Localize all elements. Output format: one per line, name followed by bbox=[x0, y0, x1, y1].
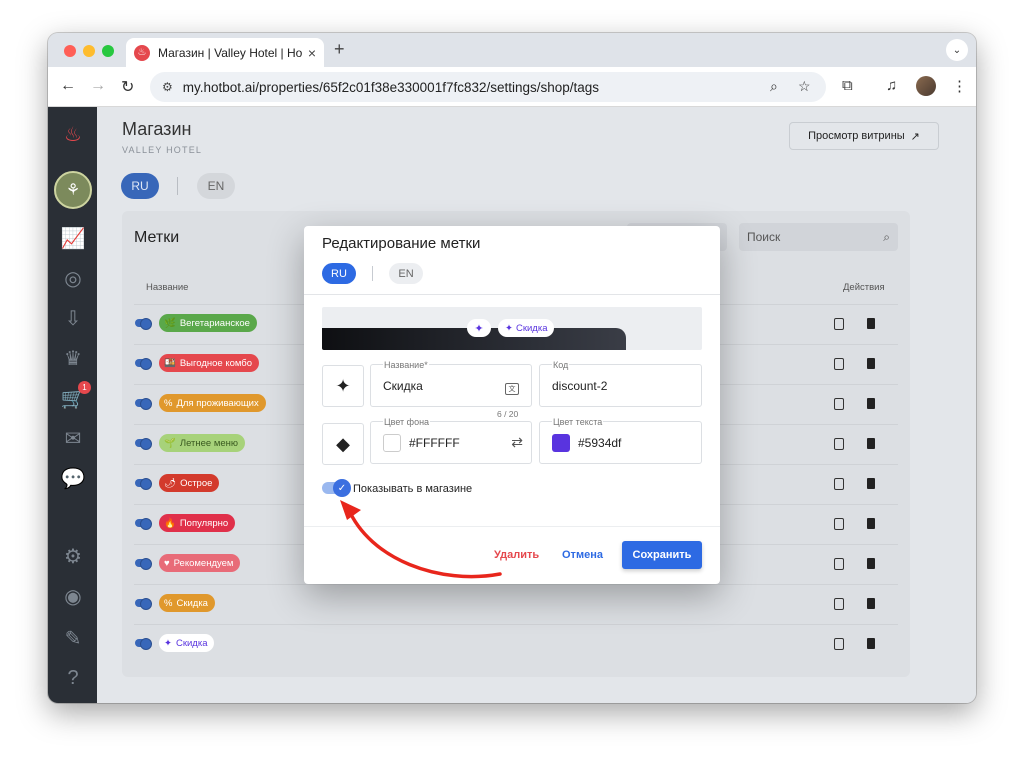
star-icon[interactable]: ☆ bbox=[798, 78, 811, 95]
tag-name-label: Название* bbox=[383, 360, 429, 370]
tag-image-icon: ◆ bbox=[336, 433, 350, 454]
dialog-divider bbox=[304, 294, 720, 295]
forward-arrow-icon[interactable]: → bbox=[90, 77, 106, 95]
dialog-lang-divider bbox=[372, 266, 373, 281]
text-color-label: Цвет текста bbox=[552, 417, 604, 427]
minimize-window-button[interactable] bbox=[83, 45, 95, 57]
swap-colors-icon[interactable]: ⇄ bbox=[511, 434, 523, 451]
reload-icon[interactable]: ↻ bbox=[121, 77, 134, 97]
more-menu-icon[interactable]: ⋮ bbox=[952, 77, 967, 95]
browser-tab-bar: ♨ Магазин | Valley Hotel | Hotbot × + ⌄ bbox=[48, 33, 976, 67]
profile-avatar[interactable] bbox=[916, 76, 936, 96]
image-picker-button[interactable]: ◆ bbox=[322, 423, 364, 465]
back-arrow-icon[interactable]: ← bbox=[60, 77, 76, 95]
bg-color-swatch[interactable] bbox=[383, 434, 401, 452]
tag-name-value: Скидка bbox=[383, 379, 423, 393]
zoom-icon[interactable]: ⌕ bbox=[770, 78, 778, 95]
browser-tab[interactable]: ♨ Магазин | Valley Hotel | Hotbot × bbox=[126, 38, 324, 67]
preview-tag-chip: ✦ Скидка bbox=[498, 319, 555, 337]
tag-code-value: discount-2 bbox=[552, 379, 608, 393]
dialog-lang-en-button[interactable]: EN bbox=[389, 263, 423, 284]
tag-code-label: Код bbox=[552, 360, 570, 370]
delete-button[interactable]: Удалить bbox=[494, 541, 539, 569]
sparkles-icon: ✦ bbox=[505, 322, 513, 334]
dialog-title: Редактирование метки bbox=[322, 235, 481, 252]
translate-icon[interactable]: 文 bbox=[505, 383, 519, 395]
tag-code-field[interactable]: Код discount-2 bbox=[539, 360, 702, 407]
cancel-button[interactable]: Отмена bbox=[562, 541, 603, 569]
bg-color-label: Цвет фона bbox=[383, 417, 431, 427]
edit-tag-dialog: Редактирование метки RU EN ✦ ✦ Скидка ✦ … bbox=[304, 226, 720, 584]
bg-color-value: #FFFFFF bbox=[409, 436, 460, 450]
save-button[interactable]: Сохранить bbox=[622, 541, 702, 569]
dialog-lang-ru-button[interactable]: RU bbox=[322, 263, 356, 284]
close-window-button[interactable] bbox=[64, 45, 76, 57]
text-color-field[interactable]: Цвет текста #5934df bbox=[539, 417, 702, 464]
browser-toolbar: ← → ↻ ⚙ my.hotbot.ai/properties/65f2c01f… bbox=[48, 67, 976, 107]
dialog-footer-divider bbox=[304, 526, 720, 527]
icon-picker-button[interactable]: ✦ bbox=[322, 365, 364, 407]
show-in-shop-toggle[interactable] bbox=[322, 479, 351, 497]
sparkles-icon: ✦ bbox=[467, 319, 491, 337]
url-text: my.hotbot.ai/properties/65f2c01f38e33000… bbox=[182, 79, 600, 95]
tag-preview: ✦ ✦ Скидка bbox=[322, 307, 702, 350]
tab-title: Магазин | Valley Hotel | Hotbot bbox=[158, 45, 302, 60]
name-char-counter: 6 / 20 bbox=[497, 409, 519, 419]
tag-name-field[interactable]: Название* Скидка 文 bbox=[370, 360, 532, 407]
new-tab-icon[interactable]: + bbox=[334, 39, 345, 60]
flame-favicon-icon: ♨ bbox=[134, 44, 150, 61]
address-bar[interactable]: ⚙ my.hotbot.ai/properties/65f2c01f38e330… bbox=[150, 72, 826, 102]
browser-window: ♨ Магазин | Valley Hotel | Hotbot × + ⌄ … bbox=[48, 33, 976, 703]
show-in-shop-label: Показывать в магазине bbox=[353, 483, 473, 495]
bg-color-field[interactable]: Цвет фона #FFFFFF ⇄ bbox=[370, 417, 532, 464]
chevron-down-icon[interactable]: ⌄ bbox=[946, 39, 968, 61]
text-color-swatch[interactable] bbox=[552, 434, 570, 452]
sparkles-icon: ✦ bbox=[335, 375, 351, 396]
text-color-value: #5934df bbox=[578, 436, 622, 450]
close-tab-icon[interactable]: × bbox=[308, 45, 316, 61]
site-settings-icon[interactable]: ⚙ bbox=[162, 80, 173, 94]
media-control-icon[interactable]: ♫ bbox=[886, 77, 897, 94]
extensions-icon[interactable]: ⧉ bbox=[842, 77, 853, 94]
preview-tag-label: Скидка bbox=[515, 322, 548, 334]
maximize-window-button[interactable] bbox=[102, 45, 114, 57]
